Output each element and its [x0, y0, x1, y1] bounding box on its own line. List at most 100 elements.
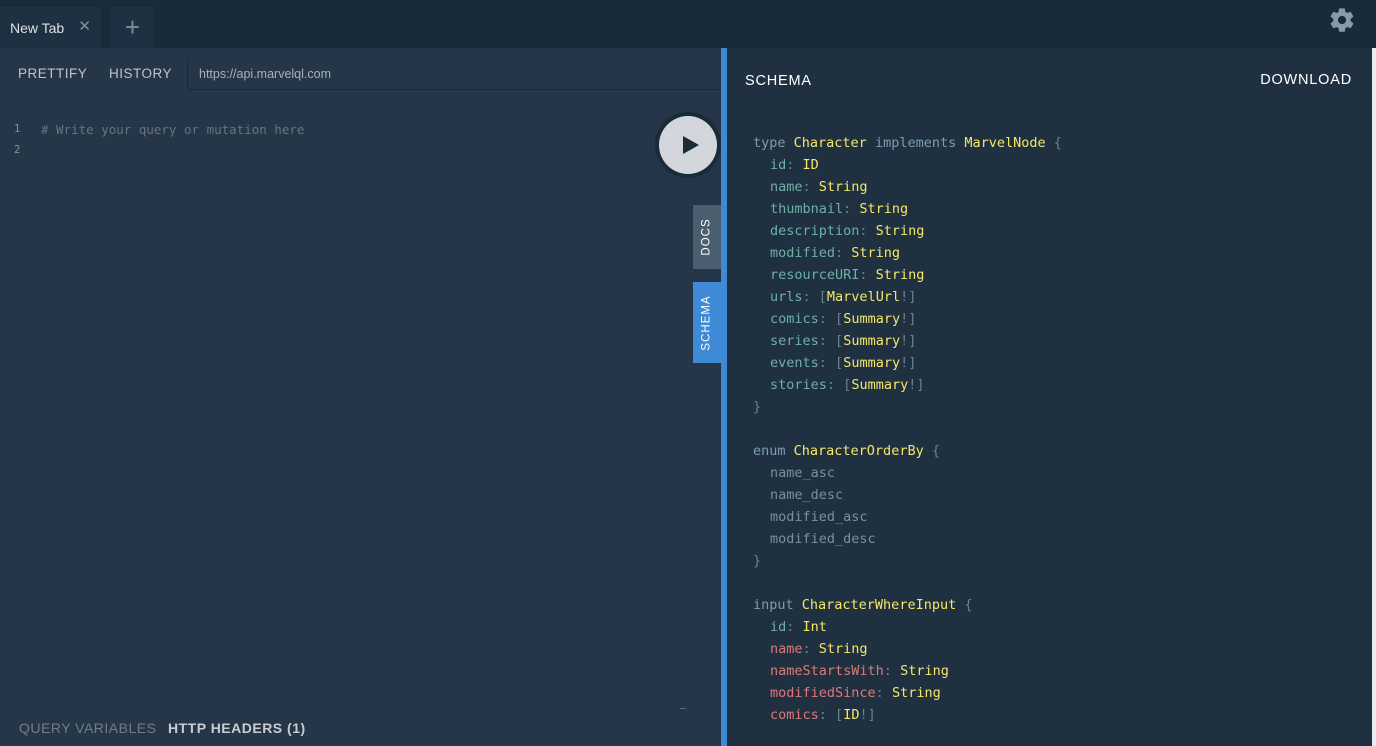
- field-name: urls: [770, 289, 803, 305]
- field-type: ID: [802, 157, 819, 173]
- line-code: # Write your query or mutation here: [41, 122, 305, 137]
- schema-field: nameStartsWith: String: [770, 663, 949, 679]
- field-type: Int: [802, 619, 827, 635]
- play-icon: [683, 136, 699, 154]
- field-name: id: [770, 157, 787, 173]
- enum-name: CharacterOrderBy: [793, 443, 924, 459]
- page-scrollbar[interactable]: [1372, 48, 1376, 746]
- line-number: 1: [14, 123, 21, 135]
- type-declaration: type Character implements MarvelNode {: [753, 135, 1062, 151]
- enum-value-row: name_desc: [753, 484, 1062, 506]
- enum-value: name_asc: [770, 465, 836, 481]
- field-name: id: [770, 619, 787, 635]
- field-type: String: [900, 663, 949, 679]
- run-query-button[interactable]: [655, 112, 721, 178]
- sdl-keyword: implements: [874, 135, 957, 151]
- schema-field: name: String: [770, 641, 868, 657]
- sdl-keyword: input: [753, 597, 794, 613]
- gear-icon[interactable]: [1328, 6, 1356, 34]
- bottom-bar: QUERY VARIABLES HTTP HEADERS (1): [0, 720, 721, 746]
- schema-field: description: String: [770, 223, 925, 239]
- query-variables-tab[interactable]: QUERY VARIABLES: [19, 720, 156, 736]
- close-icon[interactable]: ✕: [78, 19, 91, 34]
- line-number: 2: [14, 144, 21, 156]
- field-type: Summary: [843, 355, 901, 371]
- enum-value: modified_desc: [770, 531, 876, 547]
- tab-schema-label: SCHEMA: [701, 294, 714, 351]
- enum-value-row: modified_asc: [753, 506, 1062, 528]
- query-editor-panel: PRETTIFY HISTORY 1 # Write your query or…: [0, 48, 721, 746]
- sdl-keyword: type: [753, 135, 786, 151]
- tab-new-tab[interactable]: New Tab ✕: [0, 7, 101, 48]
- field-name: modified: [770, 245, 836, 261]
- schema-field: id: ID: [770, 157, 819, 173]
- field-type: ID: [843, 707, 860, 723]
- field-type: String: [818, 641, 868, 657]
- schema-sdl: type Character implements MarvelNode { i…: [753, 132, 1062, 726]
- schema-field: stories: [Summary!]: [770, 377, 925, 393]
- tab-schema[interactable]: SCHEMA: [693, 282, 721, 363]
- field-name: resourceURI: [770, 267, 860, 283]
- enum-value: name_desc: [770, 487, 844, 503]
- field-type: String: [851, 245, 901, 261]
- schema-field: modified: String: [770, 245, 901, 261]
- field-name: description: [770, 223, 860, 239]
- field-type: String: [875, 267, 925, 283]
- enum-values: name_asc name_desc modified_asc modified_de…: [753, 462, 1062, 550]
- field-type: Summary: [851, 377, 909, 393]
- field-name: comics: [770, 707, 819, 723]
- schema-field: thumbnail: String: [770, 201, 909, 217]
- field-type: Summary: [843, 311, 901, 327]
- field-type: String: [891, 685, 941, 701]
- prettify-button[interactable]: PRETTIFY: [18, 66, 87, 81]
- input-fields: id: Int name: String nameStartsWith: Strin…: [753, 616, 1062, 726]
- field-name: modifiedSince: [770, 685, 876, 701]
- type-name: Character: [793, 135, 867, 151]
- schema-field: modifiedSince: String: [770, 685, 941, 701]
- enum-value: modified_asc: [770, 509, 868, 525]
- field-name: name: [770, 179, 803, 195]
- schema-field: comics: [ID!]: [770, 707, 876, 723]
- tab-bar: New Tab ✕ +: [0, 0, 1376, 48]
- endpoint-url-input[interactable]: [188, 58, 721, 90]
- editor-line: 2: [0, 143, 640, 164]
- http-headers-tab[interactable]: HTTP HEADERS (1): [168, 720, 306, 736]
- enum-declaration: enum CharacterOrderBy {: [753, 443, 940, 459]
- field-type: String: [875, 223, 925, 239]
- field-name: name: [770, 641, 803, 657]
- enum-value-row: modified_desc: [753, 528, 1062, 550]
- input-declaration: input CharacterWhereInput {: [753, 597, 973, 613]
- field-type: Summary: [843, 333, 901, 349]
- schema-panel: SCHEMA DOWNLOAD type Character implement…: [727, 48, 1372, 746]
- input-name: CharacterWhereInput: [801, 597, 957, 613]
- schema-field: name: String: [770, 179, 868, 195]
- resize-handle[interactable]: [680, 708, 686, 709]
- enum-value-row: name_asc: [753, 462, 1062, 484]
- sdl-keyword: enum: [753, 443, 786, 459]
- field-name: events: [770, 355, 819, 371]
- tab-docs[interactable]: DOCS: [693, 205, 721, 269]
- tab-docs-label: DOCS: [701, 218, 714, 256]
- field-name: series: [770, 333, 819, 349]
- query-editor[interactable]: 1 # Write your query or mutation here 2: [0, 122, 640, 164]
- editor-line: 1 # Write your query or mutation here: [0, 122, 640, 143]
- schema-field: id: Int: [770, 619, 827, 635]
- schema-field: resourceURI: String: [770, 267, 925, 283]
- field-name: nameStartsWith: [770, 663, 884, 679]
- schema-field: series: [Summary!]: [770, 333, 917, 349]
- schema-field: urls: [MarvelUrl!]: [770, 289, 917, 305]
- field-type: MarvelUrl: [826, 289, 901, 305]
- field-name: comics: [770, 311, 819, 327]
- interface-name: MarvelNode: [964, 135, 1046, 151]
- add-tab-button[interactable]: +: [111, 7, 154, 48]
- schema-field: events: [Summary!]: [770, 355, 917, 371]
- run-button-face: [659, 116, 717, 174]
- field-type: String: [859, 201, 909, 217]
- schema-field: comics: [Summary!]: [770, 311, 917, 327]
- history-button[interactable]: HISTORY: [109, 66, 172, 81]
- editor-toolbar: PRETTIFY HISTORY: [0, 48, 721, 98]
- download-button[interactable]: DOWNLOAD: [1260, 72, 1352, 88]
- field-name: stories: [770, 377, 827, 393]
- field-name: thumbnail: [770, 201, 844, 217]
- tab-label: New Tab: [10, 19, 65, 36]
